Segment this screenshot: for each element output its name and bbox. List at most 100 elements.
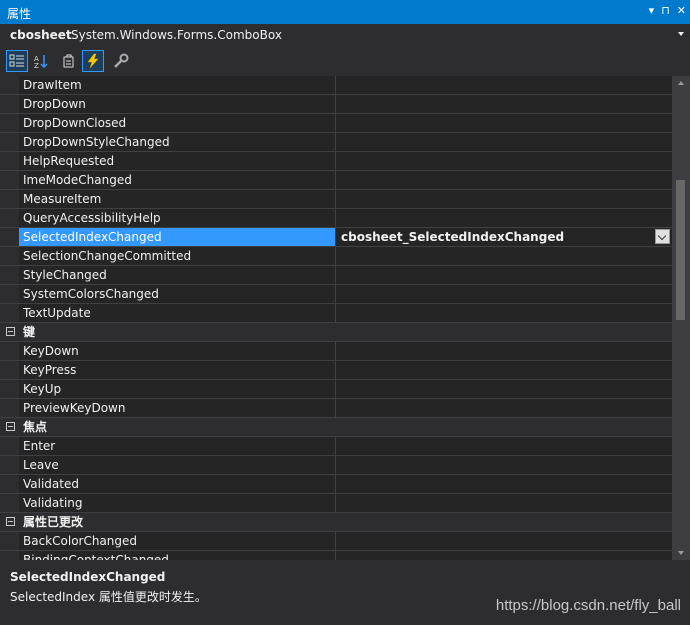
property-row[interactable]: DropDownStyleChanged	[0, 133, 672, 152]
property-row[interactable]: KeyUp	[0, 380, 672, 399]
property-name[interactable]: KeyUp	[19, 380, 336, 398]
property-name[interactable]: KeyPress	[19, 361, 336, 379]
property-row[interactable]: BindingContextChanged	[0, 551, 672, 560]
category-label: 焦点	[23, 420, 48, 434]
scroll-down-icon[interactable]	[678, 551, 684, 555]
property-name[interactable]: MeasureItem	[19, 190, 336, 208]
pin-icon[interactable]: ⊓	[661, 4, 670, 18]
scrollbar-thumb[interactable]	[676, 180, 685, 320]
property-row[interactable]: HelpRequested	[0, 152, 672, 171]
property-value[interactable]	[337, 304, 672, 322]
property-name[interactable]: SystemColorsChanged	[19, 285, 336, 303]
property-row[interactable]: DropDownClosed	[0, 114, 672, 133]
property-row[interactable]: ImeModeChanged	[0, 171, 672, 190]
property-row[interactable]: KeyPress	[0, 361, 672, 380]
property-name[interactable]: TextUpdate	[19, 304, 336, 322]
property-name[interactable]: PreviewKeyDown	[19, 399, 336, 417]
property-value[interactable]	[337, 95, 672, 113]
alphabetical-icon: A Z	[34, 55, 48, 69]
property-name[interactable]: Validating	[19, 494, 336, 512]
property-name[interactable]: StyleChanged	[19, 266, 336, 284]
property-row[interactable]: SystemColorsChanged	[0, 285, 672, 304]
category-row[interactable]: 焦点	[0, 418, 672, 437]
property-value[interactable]	[337, 209, 672, 227]
property-row[interactable]: BackColorChanged	[0, 532, 672, 551]
category-row[interactable]: 键	[0, 323, 672, 342]
property-value[interactable]	[337, 361, 672, 379]
property-value[interactable]	[337, 247, 672, 265]
property-row[interactable]: StyleChanged	[0, 266, 672, 285]
row-gutter	[0, 133, 19, 151]
collapse-icon[interactable]	[6, 327, 15, 336]
property-name[interactable]: Validated	[19, 475, 336, 493]
property-name[interactable]: DropDownClosed	[19, 114, 336, 132]
categorized-button[interactable]	[6, 50, 28, 72]
vertical-scrollbar[interactable]	[672, 76, 690, 560]
collapse-icon[interactable]	[6, 517, 15, 526]
object-selector[interactable]: cbosheet System.Windows.Forms.ComboBox	[0, 24, 690, 46]
category-row[interactable]: 属性已更改	[0, 513, 672, 532]
property-row[interactable]: MeasureItem	[0, 190, 672, 209]
property-value[interactable]	[337, 76, 672, 94]
close-icon[interactable]: ✕	[677, 4, 686, 18]
property-value[interactable]	[337, 152, 672, 170]
property-grid[interactable]: DrawItem DropDown DropDownClosed DropDownSt…	[0, 76, 672, 560]
property-pages-button[interactable]	[110, 50, 132, 72]
property-row[interactable]: Enter	[0, 437, 672, 456]
property-row[interactable]: PreviewKeyDown	[0, 399, 672, 418]
row-gutter	[0, 76, 19, 94]
property-value[interactable]	[337, 380, 672, 398]
properties-button[interactable]	[58, 50, 80, 72]
property-value[interactable]	[337, 551, 672, 560]
property-value[interactable]	[337, 532, 672, 550]
scroll-up-icon[interactable]	[678, 81, 684, 85]
property-row[interactable]: DrawItem	[0, 76, 672, 95]
row-gutter	[0, 475, 19, 493]
alphabetical-button[interactable]: A Z	[30, 50, 52, 72]
row-gutter	[0, 513, 19, 531]
property-row[interactable]: SelectionChangeCommitted	[0, 247, 672, 266]
dropdown-icon[interactable]: ▾	[649, 4, 655, 18]
property-row[interactable]: Validating	[0, 494, 672, 513]
property-row[interactable]: KeyDown	[0, 342, 672, 361]
property-name[interactable]: ImeModeChanged	[19, 171, 336, 189]
window-controls: ▾ ⊓ ✕	[649, 4, 686, 18]
property-row[interactable]: SelectedIndexChanged cbosheet_SelectedInd…	[0, 228, 672, 247]
chevron-down-icon[interactable]	[678, 32, 684, 36]
property-name[interactable]: Leave	[19, 456, 336, 474]
property-row[interactable]: TextUpdate	[0, 304, 672, 323]
property-value[interactable]	[337, 475, 672, 493]
property-value[interactable]	[337, 266, 672, 284]
events-button[interactable]	[82, 50, 104, 72]
property-row[interactable]: QueryAccessibilityHelp	[0, 209, 672, 228]
property-row[interactable]: Leave	[0, 456, 672, 475]
property-name[interactable]: Enter	[19, 437, 336, 455]
property-value[interactable]	[337, 456, 672, 474]
property-name[interactable]: DropDownStyleChanged	[19, 133, 336, 151]
property-name[interactable]: KeyDown	[19, 342, 336, 360]
property-value[interactable]: cbosheet_SelectedIndexChanged	[337, 228, 672, 246]
property-name[interactable]: HelpRequested	[19, 152, 336, 170]
property-name[interactable]: DrawItem	[19, 76, 336, 94]
collapse-icon[interactable]	[6, 422, 15, 431]
property-name[interactable]: QueryAccessibilityHelp	[19, 209, 336, 227]
property-row[interactable]: DropDown	[0, 95, 672, 114]
description-title: SelectedIndexChanged	[10, 570, 166, 584]
property-value[interactable]	[337, 285, 672, 303]
property-row[interactable]: Validated	[0, 475, 672, 494]
property-value[interactable]	[337, 399, 672, 417]
property-value[interactable]	[337, 494, 672, 512]
property-value[interactable]	[337, 342, 672, 360]
property-name[interactable]: SelectedIndexChanged	[19, 228, 336, 246]
property-value[interactable]	[337, 190, 672, 208]
property-name[interactable]: SelectionChangeCommitted	[19, 247, 336, 265]
property-value[interactable]	[337, 133, 672, 151]
property-value[interactable]	[337, 171, 672, 189]
property-name[interactable]: BackColorChanged	[19, 532, 336, 550]
property-name[interactable]: DropDown	[19, 95, 336, 113]
property-name[interactable]: BindingContextChanged	[19, 551, 336, 560]
value-dropdown-button[interactable]	[655, 229, 670, 244]
object-type: System.Windows.Forms.ComboBox	[71, 28, 282, 42]
property-value[interactable]	[337, 437, 672, 455]
property-value[interactable]	[337, 114, 672, 132]
